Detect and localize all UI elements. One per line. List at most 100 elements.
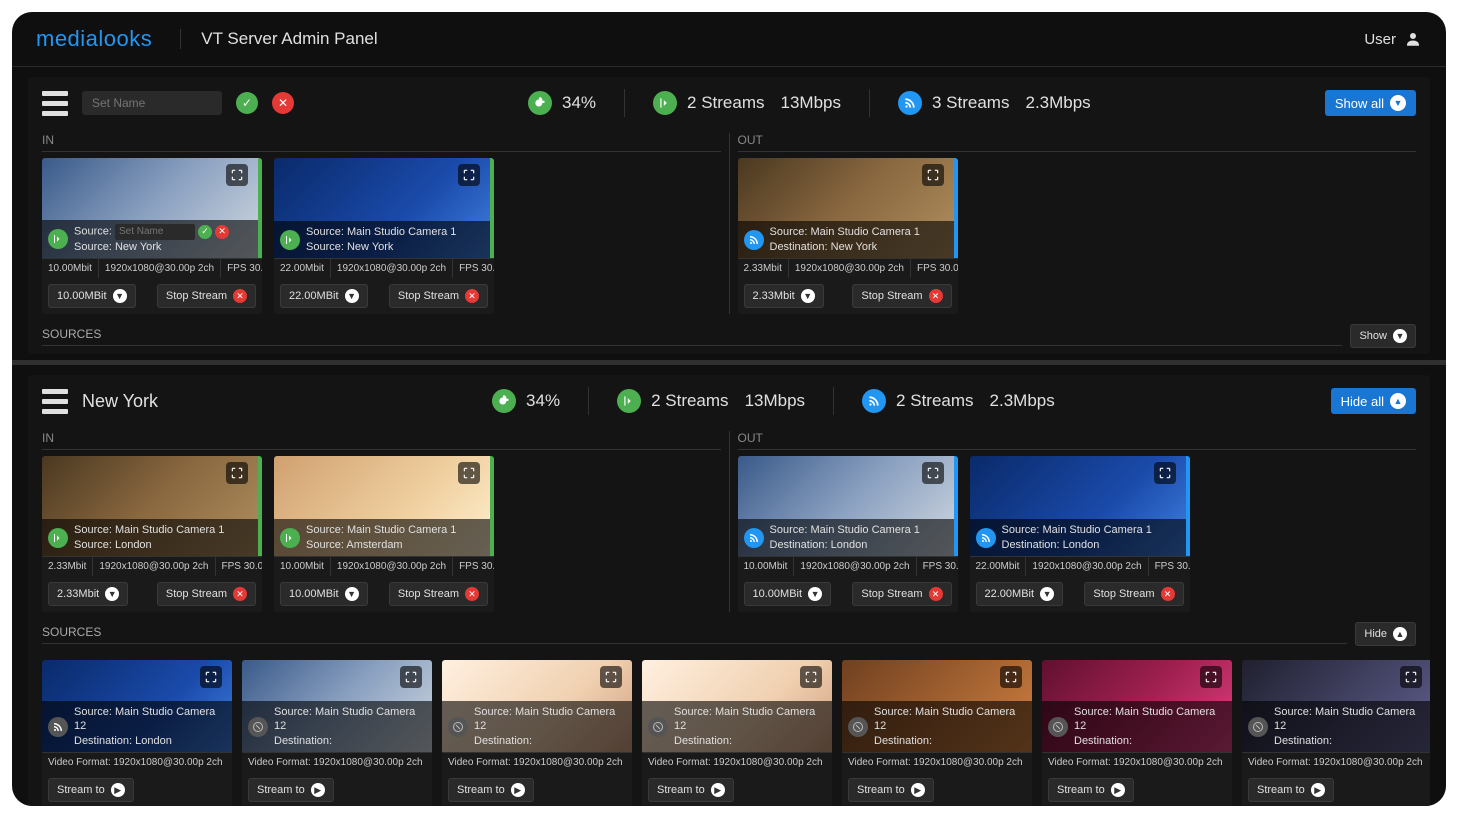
thumbnail[interactable]: Source: Main Studio Camera 1 Source: Lon… xyxy=(42,456,262,556)
dest-line: Destination: New York xyxy=(770,240,948,254)
source-name-input[interactable] xyxy=(115,224,195,240)
meta-row: 10.00Mbit 1920x1080@30.00p 2ch FPS 30.01 xyxy=(738,556,958,576)
play-icon: ▶ xyxy=(511,783,525,797)
app-window: medialooks VT Server Admin Panel User ✓ … xyxy=(12,12,1446,806)
source-card: Source: Main Studio Camera 12 Destinatio… xyxy=(842,660,1032,806)
stream-to-button[interactable]: Stream to▶ xyxy=(648,778,734,802)
expand-icon[interactable] xyxy=(200,666,222,688)
stop-stream-button[interactable]: Stop Stream✕ xyxy=(1084,582,1183,606)
stop-stream-button[interactable]: Stop Stream✕ xyxy=(852,284,951,308)
thumbnail[interactable]: Source: ✓ ✕ Source: New York xyxy=(42,158,262,258)
source-status-icon xyxy=(1048,717,1068,737)
thumbnail[interactable]: Source: Main Studio Camera 1 Destination… xyxy=(738,158,958,258)
format: 1920x1080@30.00p 2ch xyxy=(331,557,453,576)
bitrate-dropdown[interactable]: 22.00MBit▼ xyxy=(976,582,1064,606)
sources-toggle-button[interactable]: Show ▼ xyxy=(1350,324,1416,348)
expand-icon[interactable] xyxy=(600,666,622,688)
stop-stream-button[interactable]: Stop Stream✕ xyxy=(852,582,951,606)
meta-row: 10.00Mbit 1920x1080@30.00p 2ch FPS 30.01 xyxy=(274,556,494,576)
stream-to-button[interactable]: Stream to▶ xyxy=(248,778,334,802)
hide-all-button[interactable]: Hide all ▲ xyxy=(1331,388,1416,414)
user-menu[interactable]: User xyxy=(1364,30,1422,48)
expand-icon[interactable] xyxy=(458,462,480,484)
confirm-button[interactable]: ✓ xyxy=(236,92,258,114)
expand-icon[interactable] xyxy=(226,164,248,186)
thumbnail[interactable]: Source: Main Studio Camera 12 Destinatio… xyxy=(42,660,232,752)
close-icon: ✕ xyxy=(233,289,247,303)
stop-stream-button[interactable]: Stop Stream✕ xyxy=(389,284,488,308)
source-card: Source: Main Studio Camera 12 Destinatio… xyxy=(1242,660,1430,806)
source-line: Source: Main Studio Camera 1 xyxy=(770,523,948,537)
dest-line: Source: London xyxy=(74,538,252,552)
bitrate: 10.00Mbit xyxy=(42,259,99,278)
fps: FPS 30.01 xyxy=(911,259,958,278)
expand-icon[interactable] xyxy=(1200,666,1222,688)
stream-to-button[interactable]: Stream to▶ xyxy=(1048,778,1134,802)
thumbnail[interactable]: Source: Main Studio Camera 1 Source: Ams… xyxy=(274,456,494,556)
expand-icon[interactable] xyxy=(1000,666,1022,688)
thumbnail[interactable]: Source: Main Studio Camera 1 Source: New… xyxy=(274,158,494,258)
chevron-down-icon: ▼ xyxy=(808,587,822,601)
dest-line: Destination: xyxy=(274,734,426,748)
meta-row: 10.00Mbit 1920x1080@30.00p 2ch FPS 30.01 xyxy=(42,258,262,278)
expand-icon[interactable] xyxy=(1400,666,1422,688)
thumbnail[interactable]: Source: Main Studio Camera 12 Destinatio… xyxy=(1242,660,1430,752)
bitrate-dropdown[interactable]: 10.00MBit▼ xyxy=(48,284,136,308)
stream-to-button[interactable]: Stream to▶ xyxy=(848,778,934,802)
expand-icon[interactable] xyxy=(400,666,422,688)
menu-icon[interactable] xyxy=(42,91,68,116)
stream-card: Source: Main Studio Camera 1 Source: Lon… xyxy=(42,456,262,612)
thumbnail[interactable]: Source: Main Studio Camera 1 Destination… xyxy=(970,456,1190,556)
cpu-icon xyxy=(528,91,552,115)
panel-divider xyxy=(12,360,1446,365)
source-overlay: Source: Main Studio Camera 12 Destinatio… xyxy=(842,701,1032,752)
expand-icon[interactable] xyxy=(226,462,248,484)
close-icon: ✕ xyxy=(1161,587,1175,601)
bitrate: 10.00Mbit xyxy=(738,557,795,576)
expand-icon[interactable] xyxy=(800,666,822,688)
confirm-icon[interactable]: ✓ xyxy=(198,225,212,239)
expand-icon[interactable] xyxy=(922,164,944,186)
chevron-down-icon: ▼ xyxy=(1393,329,1407,343)
thumbnail[interactable]: Source: Main Studio Camera 12 Destinatio… xyxy=(842,660,1032,752)
expand-icon[interactable] xyxy=(458,164,480,186)
bitrate-dropdown[interactable]: 10.00MBit▼ xyxy=(744,582,832,606)
stream-overlay: Source: Main Studio Camera 1 Destination… xyxy=(970,519,1186,556)
bitrate-dropdown[interactable]: 22.00MBit▼ xyxy=(280,284,368,308)
source-card: Source: Main Studio Camera 12 Destinatio… xyxy=(1042,660,1232,806)
bitrate-dropdown[interactable]: 2.33Mbit▼ xyxy=(48,582,128,606)
thumbnail[interactable]: Source: Main Studio Camera 12 Destinatio… xyxy=(442,660,632,752)
play-icon: ▶ xyxy=(1311,783,1325,797)
expand-icon[interactable] xyxy=(922,462,944,484)
thumbnail[interactable]: Source: Main Studio Camera 12 Destinatio… xyxy=(642,660,832,752)
source-overlay: Source: Main Studio Camera 12 Destinatio… xyxy=(1042,701,1232,752)
show-all-button[interactable]: Show all ▼ xyxy=(1325,90,1416,116)
source-card: Source: Main Studio Camera 12 Destinatio… xyxy=(42,660,232,806)
chevron-down-icon: ▼ xyxy=(801,289,815,303)
set-name: New York xyxy=(82,391,158,412)
source-line: Source: Main Studio Camera 12 xyxy=(874,705,1026,734)
thumbnail[interactable]: Source: Main Studio Camera 12 Destinatio… xyxy=(242,660,432,752)
stop-stream-button[interactable]: Stop Stream✕ xyxy=(157,284,256,308)
close-icon: ✕ xyxy=(233,587,247,601)
set-name-input[interactable] xyxy=(82,91,222,115)
in-streams-icon xyxy=(653,91,677,115)
expand-icon[interactable] xyxy=(1154,462,1176,484)
stop-stream-button[interactable]: Stop Stream✕ xyxy=(389,582,488,606)
cancel-button[interactable]: ✕ xyxy=(272,92,294,114)
sources-toggle-button[interactable]: Hide ▲ xyxy=(1355,622,1416,646)
in-streams-value: 2 Streams xyxy=(687,93,764,113)
bitrate-dropdown[interactable]: 10.00MBit▼ xyxy=(280,582,368,606)
source-line: Source: Main Studio Camera 12 xyxy=(1074,705,1226,734)
menu-icon[interactable] xyxy=(42,389,68,414)
bitrate: 10.00Mbit xyxy=(274,557,331,576)
cancel-icon[interactable]: ✕ xyxy=(215,225,229,239)
thumbnail[interactable]: Source: Main Studio Camera 12 Destinatio… xyxy=(1042,660,1232,752)
in-streams-icon xyxy=(617,389,641,413)
stream-to-button[interactable]: Stream to▶ xyxy=(1248,778,1334,802)
stream-to-button[interactable]: Stream to▶ xyxy=(48,778,134,802)
stop-stream-button[interactable]: Stop Stream✕ xyxy=(157,582,256,606)
thumbnail[interactable]: Source: Main Studio Camera 1 Destination… xyxy=(738,456,958,556)
bitrate-dropdown[interactable]: 2.33Mbit▼ xyxy=(744,284,824,308)
stream-to-button[interactable]: Stream to▶ xyxy=(448,778,534,802)
